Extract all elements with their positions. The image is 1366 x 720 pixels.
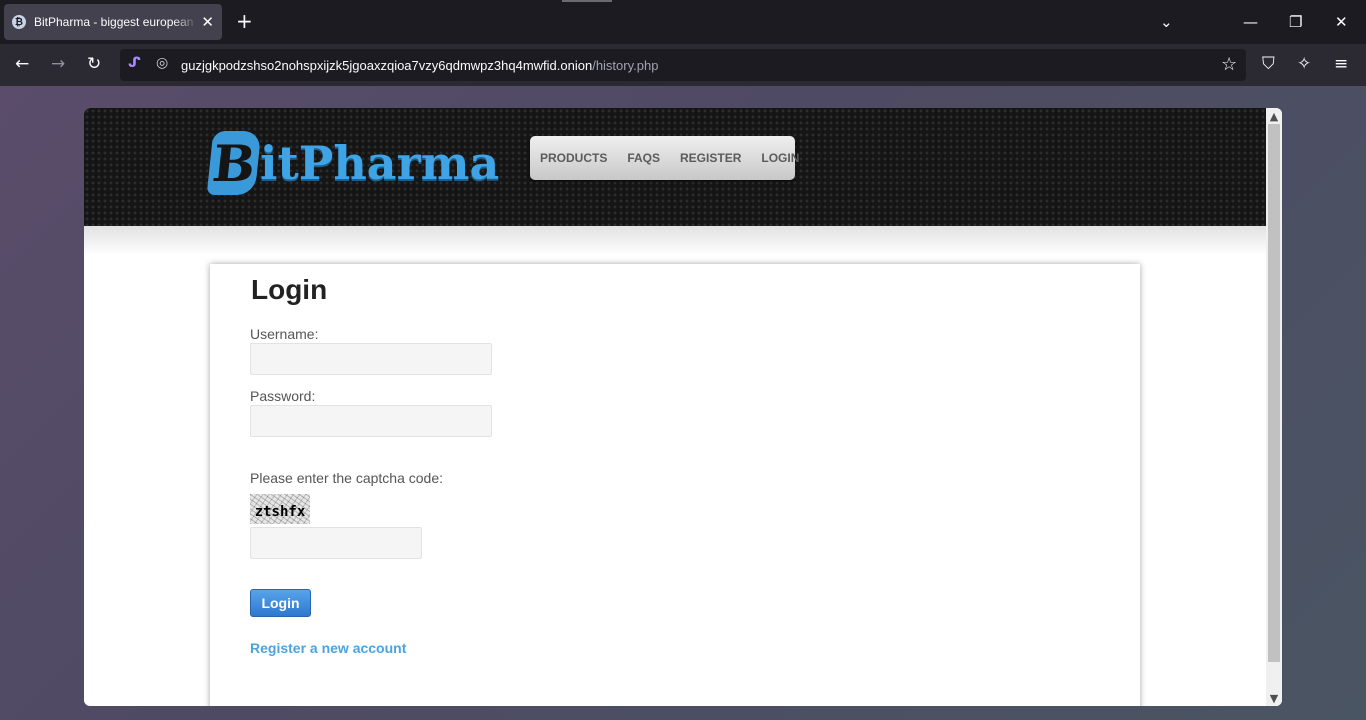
- page-viewport: B itPharma PRODUCTS FAQS REGISTER LOGIN …: [84, 108, 1282, 706]
- reload-icon[interactable]: ↻: [87, 53, 101, 75]
- scroll-down-arrow-icon[interactable]: ▼: [1266, 691, 1282, 705]
- main-nav: PRODUCTS FAQS REGISTER LOGIN: [530, 136, 799, 180]
- window-minimize-icon[interactable]: —: [1243, 12, 1258, 32]
- logo-text: itPharma: [260, 136, 500, 190]
- bookmark-star-icon[interactable]: ☆: [1221, 54, 1237, 75]
- nav-login[interactable]: LOGIN: [761, 151, 799, 165]
- captcha-input[interactable]: [250, 527, 422, 559]
- new-tab-plus-icon[interactable]: +: [236, 11, 253, 31]
- onion-site-icon[interactable]: ◎: [156, 55, 168, 71]
- tab-title: BitPharma - biggest european .: [34, 15, 198, 29]
- new-identity-broom-icon[interactable]: ✧: [1297, 54, 1311, 74]
- scrollbar-thumb[interactable]: [1268, 124, 1280, 662]
- list-all-tabs-chevron-icon[interactable]: ⌄: [1160, 12, 1173, 32]
- bitcoin-favicon-icon: ₿: [12, 15, 26, 29]
- browser-tab-active[interactable]: ₿ BitPharma - biggest european . ✕: [4, 4, 222, 40]
- hamburger-menu-icon[interactable]: ≡: [1334, 54, 1348, 74]
- back-arrow-icon[interactable]: ←: [15, 53, 29, 75]
- captcha-image: ztshfx: [250, 494, 310, 524]
- window-restore-icon[interactable]: ❐: [1289, 12, 1302, 32]
- site-header: B itPharma PRODUCTS FAQS REGISTER LOGIN: [84, 108, 1266, 226]
- username-label: Username:: [250, 326, 319, 342]
- nav-faqs[interactable]: FAQS: [627, 151, 660, 165]
- password-input[interactable]: [250, 405, 492, 437]
- window-close-icon[interactable]: ✕: [1335, 12, 1348, 32]
- nav-products[interactable]: PRODUCTS: [540, 151, 607, 165]
- login-button[interactable]: Login: [250, 589, 311, 617]
- register-account-link[interactable]: Register a new account: [250, 640, 406, 656]
- tab-close-icon[interactable]: ✕: [201, 14, 214, 30]
- captcha-label: Please enter the captcha code:: [250, 470, 444, 486]
- url-path: /history.php: [592, 58, 659, 73]
- tab-drag-indicator: [562, 0, 612, 2]
- url-text[interactable]: guzjgkpodzshso2nohspxijzk5jgoaxzqioa7vzy…: [181, 58, 658, 73]
- header-shadow: [84, 226, 1266, 256]
- site-logo[interactable]: B itPharma: [206, 128, 500, 198]
- tor-circuit-icon[interactable]: ᔑ: [128, 55, 141, 71]
- forward-arrow-icon[interactable]: →: [51, 53, 65, 75]
- logo-bitcoin-mark: B: [206, 131, 262, 195]
- page-title: Login: [251, 274, 328, 305]
- username-input[interactable]: [250, 343, 492, 375]
- shield-icon[interactable]: ⛉: [1262, 54, 1275, 74]
- scroll-up-arrow-icon[interactable]: ▲: [1266, 109, 1282, 123]
- login-card: Login Username: Password: Please enter t…: [210, 264, 1140, 706]
- url-host: guzjgkpodzshso2nohspxijzk5jgoaxzqioa7vzy…: [181, 58, 593, 73]
- password-label: Password:: [250, 388, 316, 404]
- nav-register[interactable]: REGISTER: [680, 151, 741, 165]
